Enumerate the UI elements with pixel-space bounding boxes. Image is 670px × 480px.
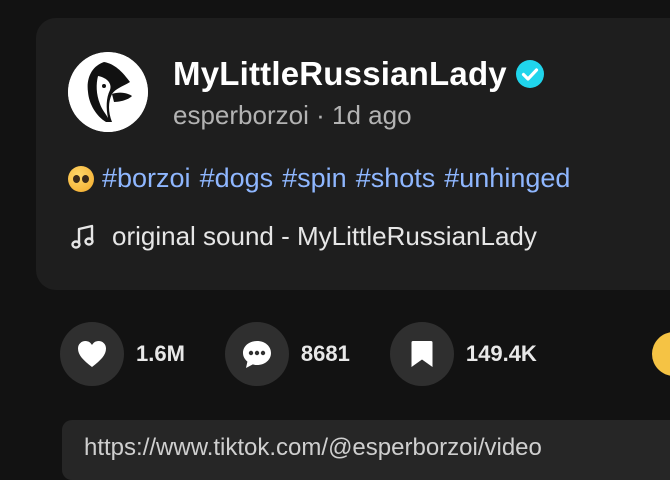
hashtag-spin[interactable]: #spin [282, 163, 347, 194]
username[interactable]: esperborzoi [173, 100, 309, 130]
post-age: 1d ago [332, 100, 412, 130]
save-button[interactable] [389, 322, 454, 386]
like-button[interactable] [60, 322, 124, 386]
copy-link-field[interactable]: https://www.tiktok.com/@esperborzoi/vide… [62, 420, 670, 480]
post-card: MyLittleRussianLady esperborzoi · 1d ago… [36, 18, 670, 290]
display-name[interactable]: MyLittleRussianLady [173, 55, 507, 93]
display-name-row: MyLittleRussianLady [173, 54, 545, 94]
bookmark-icon [411, 341, 433, 367]
heart-icon [78, 341, 106, 367]
hashtag-shots[interactable]: #shots [356, 163, 436, 194]
comment-button[interactable] [224, 322, 289, 386]
hashtag-list: #borzoi #dogs #spin #shots #unhinged [102, 163, 570, 194]
caption: #borzoi #dogs #spin #shots #unhinged [68, 163, 570, 194]
comment-action: 8681 [224, 322, 350, 386]
copy-link-text: https://www.tiktok.com/@esperborzoi/vide… [84, 434, 542, 461]
sound-title: original sound - MyLittleRussianLady [112, 221, 537, 251]
action-bar: 1.6M 8681 149.4K [60, 322, 577, 386]
like-count: 1.6M [136, 341, 185, 366]
hashtag-unhinged[interactable]: #unhinged [444, 163, 570, 194]
comment-bubble-icon [242, 341, 271, 368]
sound-link[interactable]: original sound - MyLittleRussianLady [68, 221, 537, 252]
hashtag-borzoi[interactable]: #borzoi [102, 163, 191, 194]
meta-separator: · [316, 100, 325, 130]
avatar[interactable] [68, 52, 148, 132]
like-action: 1.6M [60, 322, 185, 386]
borzoi-avatar-icon [68, 52, 148, 132]
share-button[interactable] [652, 332, 670, 376]
music-note-icon [71, 224, 94, 249]
post-meta: esperborzoi · 1d ago [173, 100, 412, 131]
save-action: 149.4K [389, 322, 537, 386]
hashtag-dogs[interactable]: #dogs [200, 163, 274, 194]
pleading-face-emoji-icon [68, 165, 94, 192]
save-count: 149.4K [465, 341, 537, 366]
verified-badge-icon [515, 60, 544, 88]
comment-count: 8681 [300, 341, 350, 366]
